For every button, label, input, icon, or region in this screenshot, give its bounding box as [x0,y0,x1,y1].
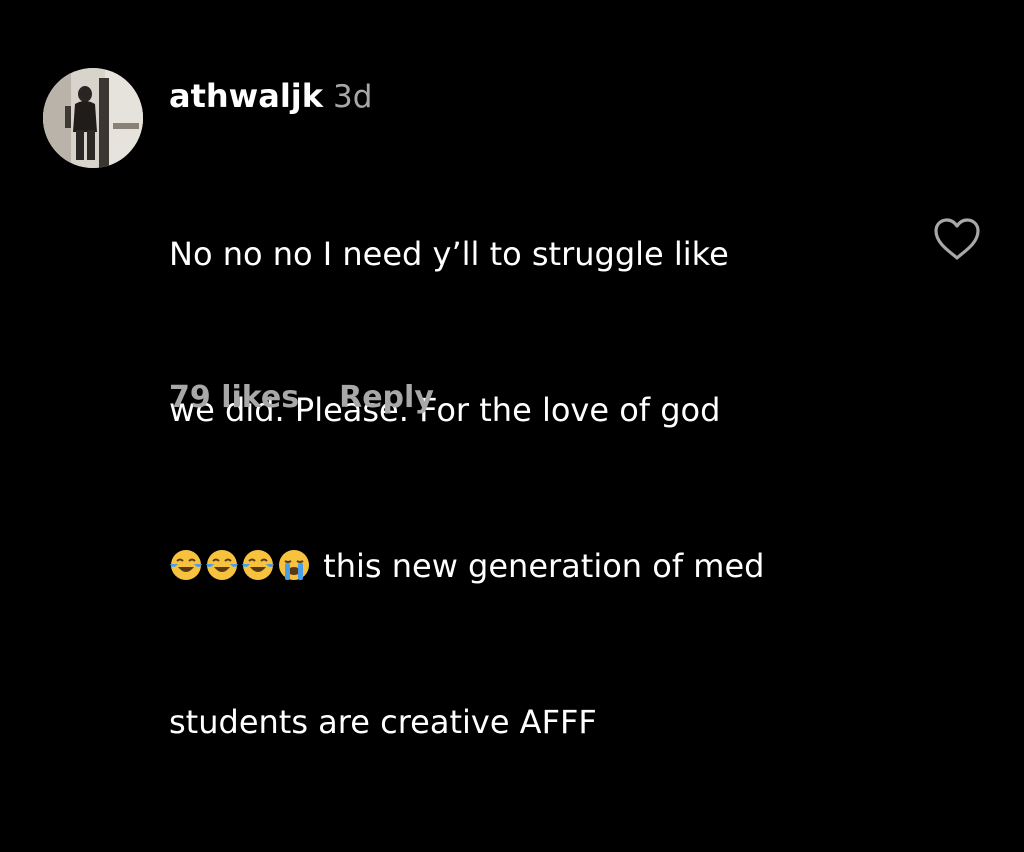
username-link[interactable]: athwaljk [169,77,323,115]
comment-header: athwaljk 3d [169,74,909,118]
comment-text-line-3: this new generation of med [169,540,909,592]
avatar-photo [43,68,143,168]
comment-text: No no no I need y’ll to struggle like we… [169,124,909,852]
like-button[interactable] [932,216,982,262]
face-with-tears-of-joy-icon [169,545,203,580]
avatar[interactable] [43,68,143,168]
comment-text-line-3-text: this new generation of med [323,547,765,585]
comment-text-line-1: No no no I need y’ll to struggle like [169,235,729,273]
face-with-tears-of-joy-icon [205,545,239,580]
heart-outline-icon [934,218,980,260]
comment-actions: 79 likes Reply [169,376,434,420]
comment-item: athwaljk 3d No no no I need y’ll to strug… [0,0,1024,741]
loudly-crying-face-icon [277,545,311,580]
face-with-tears-of-joy-icon [241,545,275,580]
comment-text-line-4: students are creative AFFF [169,703,597,741]
reply-button[interactable]: Reply [339,380,434,415]
likes-count[interactable]: 79 likes [169,380,299,415]
comment-content: athwaljk 3d No no no I need y’ll to strug… [169,74,909,852]
comment-timestamp: 3d [333,79,373,115]
